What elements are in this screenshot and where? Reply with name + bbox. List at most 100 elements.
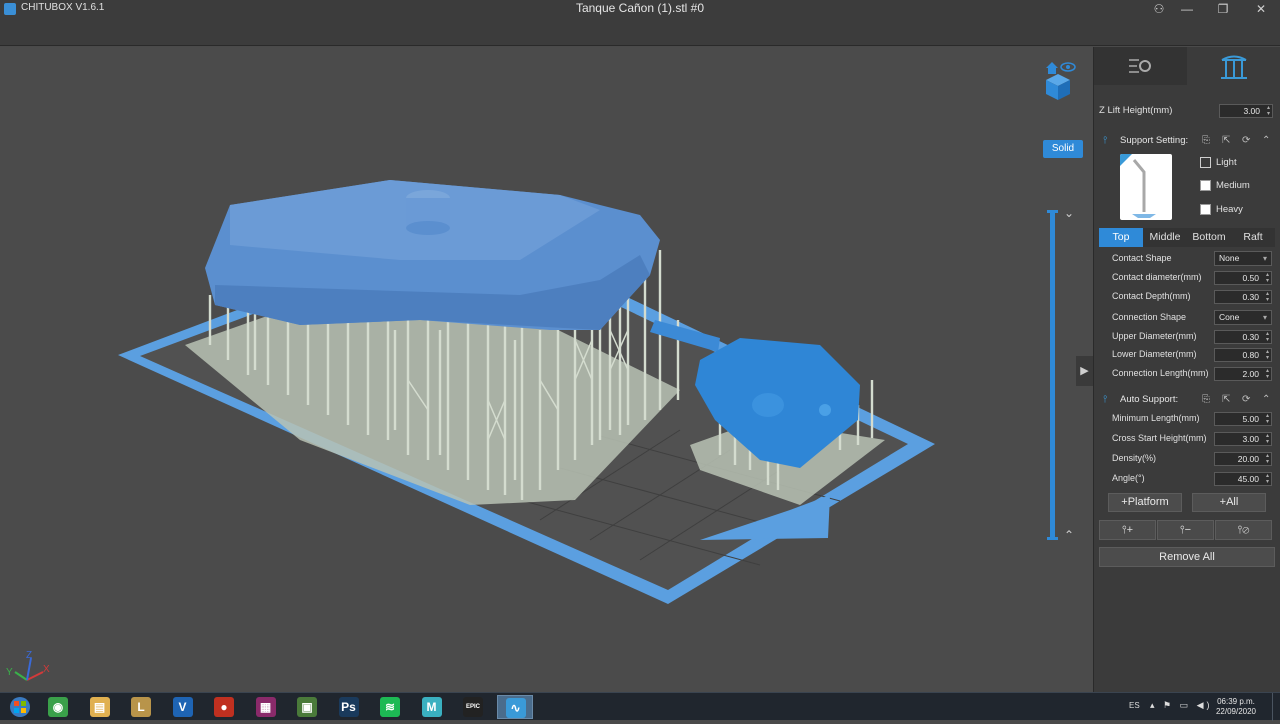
support-setting-title: Support Setting: bbox=[1120, 135, 1189, 146]
axis-z-label: Z bbox=[26, 650, 33, 661]
turret-knob bbox=[819, 404, 831, 416]
z-lift-input[interactable]: 3.00 bbox=[1219, 104, 1273, 118]
export-icon[interactable]: ⇱ bbox=[1222, 394, 1230, 405]
winrar-icon: ▦ bbox=[255, 697, 276, 717]
taskbar-app-winrar[interactable]: ▦ bbox=[248, 695, 284, 719]
angle-input[interactable]: 45.00 bbox=[1214, 472, 1272, 486]
upper-diameter-input[interactable]: 0.30 bbox=[1214, 330, 1272, 344]
lower-diameter-input[interactable]: 0.80 bbox=[1214, 348, 1272, 362]
show-desktop-button[interactable] bbox=[1272, 693, 1280, 721]
remove-all-button[interactable]: Remove All bbox=[1099, 547, 1275, 567]
taskbar-app-photoshop[interactable]: Ps bbox=[331, 695, 367, 719]
density-input[interactable]: 20.00 bbox=[1214, 452, 1272, 466]
heavy-label: Heavy bbox=[1216, 204, 1243, 215]
connection-shape-select[interactable]: Cone bbox=[1214, 310, 1272, 325]
taskbar-app-game[interactable]: ● bbox=[206, 695, 242, 719]
cross-start-height-input[interactable]: 3.00 bbox=[1214, 432, 1272, 446]
epic-icon: EPIC bbox=[463, 697, 483, 717]
layer-slider-top-handle[interactable] bbox=[1047, 210, 1058, 213]
light-checkbox[interactable] bbox=[1200, 157, 1211, 168]
import-icon[interactable]: ⎘ bbox=[1202, 135, 1210, 146]
select-support-icon[interactable]: ⫯⊘ bbox=[1215, 520, 1272, 540]
minimum-length-input[interactable]: 5.00 bbox=[1214, 412, 1272, 426]
export-icon[interactable]: ⇱ bbox=[1222, 135, 1230, 146]
collapse-up-icon[interactable]: ⌃ bbox=[1262, 394, 1270, 405]
auto-support-title: Auto Support: bbox=[1120, 394, 1179, 405]
angle-label: Angle(°) bbox=[1112, 473, 1145, 483]
tab-settings[interactable] bbox=[1094, 47, 1187, 85]
chitubox-icon: ∿ bbox=[505, 698, 526, 718]
density-medium[interactable]: Medium bbox=[1200, 180, 1250, 191]
z-lift-label: Z Lift Height(mm) bbox=[1099, 105, 1173, 116]
layer-slider-bottom-handle[interactable] bbox=[1047, 537, 1058, 540]
taskbar-app-vegas[interactable]: V bbox=[165, 695, 201, 719]
vegas-icon: V bbox=[172, 697, 193, 717]
chevron-up-icon[interactable]: ⌃ bbox=[1064, 528, 1074, 542]
language-indicator[interactable]: ES bbox=[1129, 701, 1140, 710]
minimize-button[interactable]: — bbox=[1171, 0, 1203, 18]
system-tray-icons[interactable]: ▴ ⚑ ▭ ◀) bbox=[1150, 700, 1213, 711]
contact-diameter-input[interactable]: 0.50 bbox=[1214, 271, 1272, 285]
minecraft-icon: ▣ bbox=[297, 697, 317, 717]
heavy-checkbox[interactable] bbox=[1200, 204, 1211, 215]
clock-time: 06:39 p.m. bbox=[1217, 697, 1255, 706]
photoshop-icon: Ps bbox=[338, 697, 359, 717]
minimum-length-label: Minimum Length(mm) bbox=[1112, 413, 1200, 423]
medium-checkbox[interactable] bbox=[1200, 180, 1211, 191]
refresh-icon[interactable]: ⟳ bbox=[1242, 135, 1250, 146]
start-button[interactable] bbox=[2, 695, 38, 719]
chevron-down-icon[interactable]: ⌄ bbox=[1064, 206, 1074, 220]
taskbar-app-meshmixer[interactable]: M bbox=[414, 695, 450, 719]
taskbar-app-chrome[interactable]: ◉ bbox=[40, 695, 76, 719]
subtab-raft[interactable]: Raft bbox=[1231, 228, 1275, 247]
contact-depth-label: Contact Depth(mm) bbox=[1112, 291, 1191, 301]
support-setting-header: ⫯ Support Setting: ⎘ ⇱ ⟳ ⌃ bbox=[1094, 132, 1280, 150]
density-heavy[interactable]: Heavy bbox=[1200, 204, 1243, 215]
density-label: Density(%) bbox=[1112, 453, 1157, 463]
taskbar-app-minecraft[interactable]: ▣ bbox=[289, 695, 325, 719]
contact-diameter-label: Contact diameter(mm) bbox=[1112, 272, 1202, 282]
density-light[interactable]: Light bbox=[1200, 157, 1237, 168]
subtab-top[interactable]: Top bbox=[1099, 228, 1143, 247]
taskbar-app-league[interactable]: L bbox=[123, 695, 159, 719]
close-button[interactable]: ✕ bbox=[1245, 0, 1277, 18]
taskbar-app-explorer[interactable]: ▤ bbox=[82, 695, 118, 719]
subtab-bottom[interactable]: Bottom bbox=[1187, 228, 1231, 247]
view-cube-icon[interactable] bbox=[1040, 58, 1076, 100]
league-icon: L bbox=[131, 697, 151, 717]
add-all-button[interactable]: +All bbox=[1192, 493, 1266, 512]
meshmixer-icon: M bbox=[421, 697, 442, 717]
support-preview bbox=[1120, 154, 1172, 220]
clock[interactable]: 06:39 p.m. 22/09/2020 bbox=[1210, 697, 1262, 717]
add-platform-button[interactable]: +Platform bbox=[1108, 493, 1182, 512]
contact-depth-input[interactable]: 0.30 bbox=[1214, 290, 1272, 304]
remove-support-icon[interactable]: ⫯− bbox=[1157, 520, 1214, 540]
windows-taskbar: ◉ ▤ L V ● ▦ ▣ Ps ≋ M EPIC ∿ ES ▴ ⚑ ▭ ◀) 06:39 p.m. … bbox=[0, 692, 1280, 721]
import-icon[interactable]: ⎘ bbox=[1202, 394, 1210, 405]
light-label: Light bbox=[1216, 157, 1237, 168]
subtab-middle[interactable]: Middle bbox=[1143, 228, 1187, 247]
maximize-button[interactable]: ❐ bbox=[1207, 0, 1239, 18]
clock-date: 22/09/2020 bbox=[1215, 707, 1257, 716]
connection-length-input[interactable]: 2.00 bbox=[1214, 367, 1272, 381]
contact-shape-select[interactable]: None bbox=[1214, 251, 1272, 266]
refresh-icon[interactable]: ⟳ bbox=[1242, 394, 1250, 405]
toolbar bbox=[0, 18, 1280, 46]
taskbar-app-chitubox[interactable]: ∿ bbox=[496, 695, 533, 719]
contact-shape-label: Contact Shape bbox=[1112, 253, 1172, 263]
taskbar-app-spotify[interactable]: ≋ bbox=[372, 695, 408, 719]
panel-collapse-button[interactable]: ▶ bbox=[1076, 356, 1093, 386]
render-mode-button[interactable]: Solid bbox=[1043, 140, 1083, 158]
tank-hatch-base bbox=[406, 221, 450, 235]
add-support-icon[interactable]: ⫯+ bbox=[1099, 520, 1156, 540]
axis-y-label: Y bbox=[6, 667, 13, 678]
taskbar-app-epic[interactable]: EPIC bbox=[455, 695, 491, 719]
spotify-icon: ≋ bbox=[380, 697, 400, 717]
collapse-up-icon[interactable]: ⌃ bbox=[1262, 135, 1270, 146]
3d-viewport[interactable]: X Y Z bbox=[0, 47, 1093, 692]
layer-slider[interactable] bbox=[1047, 210, 1058, 540]
turret-hatch bbox=[752, 393, 784, 417]
lower-diameter-label: Lower Diameter(mm) bbox=[1112, 349, 1197, 359]
tab-support[interactable] bbox=[1188, 47, 1280, 85]
panel-tabs bbox=[1094, 47, 1280, 85]
